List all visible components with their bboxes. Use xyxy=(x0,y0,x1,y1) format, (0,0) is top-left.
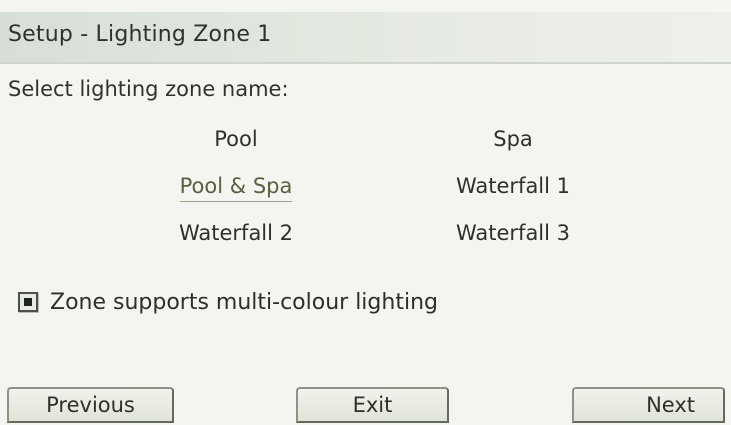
zone-option-label: Spa xyxy=(493,127,533,151)
zone-option-label: Waterfall 3 xyxy=(455,221,571,245)
zone-option-label: Waterfall 1 xyxy=(455,174,571,198)
zone-option-label: Pool xyxy=(214,127,258,151)
previous-button[interactable]: Previous xyxy=(7,387,174,423)
checkbox-checked-mark xyxy=(24,298,32,306)
zone-option-spa[interactable]: Spa xyxy=(423,121,603,157)
zone-option-pool-and-spa[interactable]: Pool & Spa xyxy=(146,168,326,204)
zone-option-pool[interactable]: Pool xyxy=(146,121,326,157)
page-title: Setup - Lighting Zone 1 xyxy=(8,22,272,47)
zone-option-waterfall-1[interactable]: Waterfall 1 xyxy=(423,168,603,204)
lighting-zone-setup-screen: Setup - Lighting Zone 1 Select lighting … xyxy=(0,0,731,425)
zone-option-waterfall-3[interactable]: Waterfall 3 xyxy=(423,215,603,251)
zone-option-waterfall-2[interactable]: Waterfall 2 xyxy=(146,215,326,251)
title-bar: Setup - Lighting Zone 1 xyxy=(0,12,731,64)
zone-option-label: Pool & Spa xyxy=(179,174,293,202)
exit-button[interactable]: Exit xyxy=(296,387,449,423)
zone-name-prompt: Select lighting zone name: xyxy=(8,77,289,101)
next-button[interactable]: Next xyxy=(572,387,725,423)
checkbox-box[interactable] xyxy=(18,292,38,312)
zone-option-label: Waterfall 2 xyxy=(178,221,294,245)
multicolour-lighting-checkbox[interactable]: Zone supports multi-colour lighting xyxy=(18,287,438,317)
multicolour-lighting-label: Zone supports multi-colour lighting xyxy=(50,289,438,315)
